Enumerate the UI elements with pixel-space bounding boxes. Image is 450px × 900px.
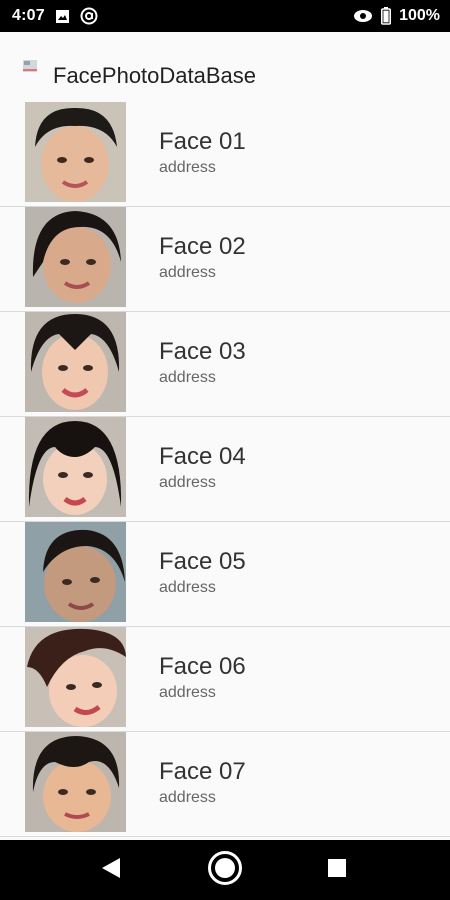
item-subtitle: address xyxy=(159,474,216,491)
recents-icon xyxy=(327,858,347,883)
item-subtitle: address xyxy=(159,579,216,596)
list-item[interactable]: Face 06 address xyxy=(0,627,450,732)
face-photo xyxy=(25,627,126,727)
list-item[interactable]: Face 07 address xyxy=(0,732,450,837)
back-icon xyxy=(100,856,122,885)
status-bar: 4:07 100% xyxy=(0,0,450,32)
list-item[interactable]: Face 02 address xyxy=(0,207,450,312)
image-icon xyxy=(55,9,70,24)
face-photo xyxy=(25,102,126,202)
recents-button[interactable] xyxy=(307,840,367,900)
item-title: Face 05 xyxy=(159,548,246,575)
item-subtitle: address xyxy=(159,159,216,176)
face-photo xyxy=(25,417,126,517)
item-title: Face 02 xyxy=(159,233,246,260)
face-photo xyxy=(25,522,126,622)
item-subtitle: address xyxy=(159,684,216,701)
navigation-bar xyxy=(0,840,450,900)
home-button[interactable] xyxy=(195,840,255,900)
back-button[interactable] xyxy=(81,840,141,900)
face-photo xyxy=(25,732,126,832)
face-photo xyxy=(25,312,126,412)
home-icon xyxy=(207,850,243,891)
face-list: Face 01 address Face 02 address Face 03 … xyxy=(0,102,450,837)
app-icon xyxy=(22,58,38,74)
at-sign-icon xyxy=(80,7,98,25)
status-time: 4:07 xyxy=(12,7,45,24)
app-bar: FacePhotoDataBase xyxy=(0,32,450,102)
list-item[interactable]: Face 01 address xyxy=(0,102,450,207)
item-title: Face 07 xyxy=(159,758,246,785)
item-subtitle: address xyxy=(159,789,216,806)
battery-icon xyxy=(381,7,392,25)
face-photo xyxy=(25,207,126,307)
item-title: Face 03 xyxy=(159,338,246,365)
item-subtitle: address xyxy=(159,369,216,386)
eye-icon xyxy=(353,9,373,23)
item-title: Face 01 xyxy=(159,128,246,155)
item-subtitle: address xyxy=(159,264,216,281)
battery-percent: 100% xyxy=(399,7,440,24)
list-item[interactable]: Face 03 address xyxy=(0,312,450,417)
item-title: Face 04 xyxy=(159,443,246,470)
list-item[interactable]: Face 05 address xyxy=(0,522,450,627)
item-title: Face 06 xyxy=(159,653,246,680)
list-item[interactable]: Face 04 address xyxy=(0,417,450,522)
app-title: FacePhotoDataBase xyxy=(53,63,257,88)
